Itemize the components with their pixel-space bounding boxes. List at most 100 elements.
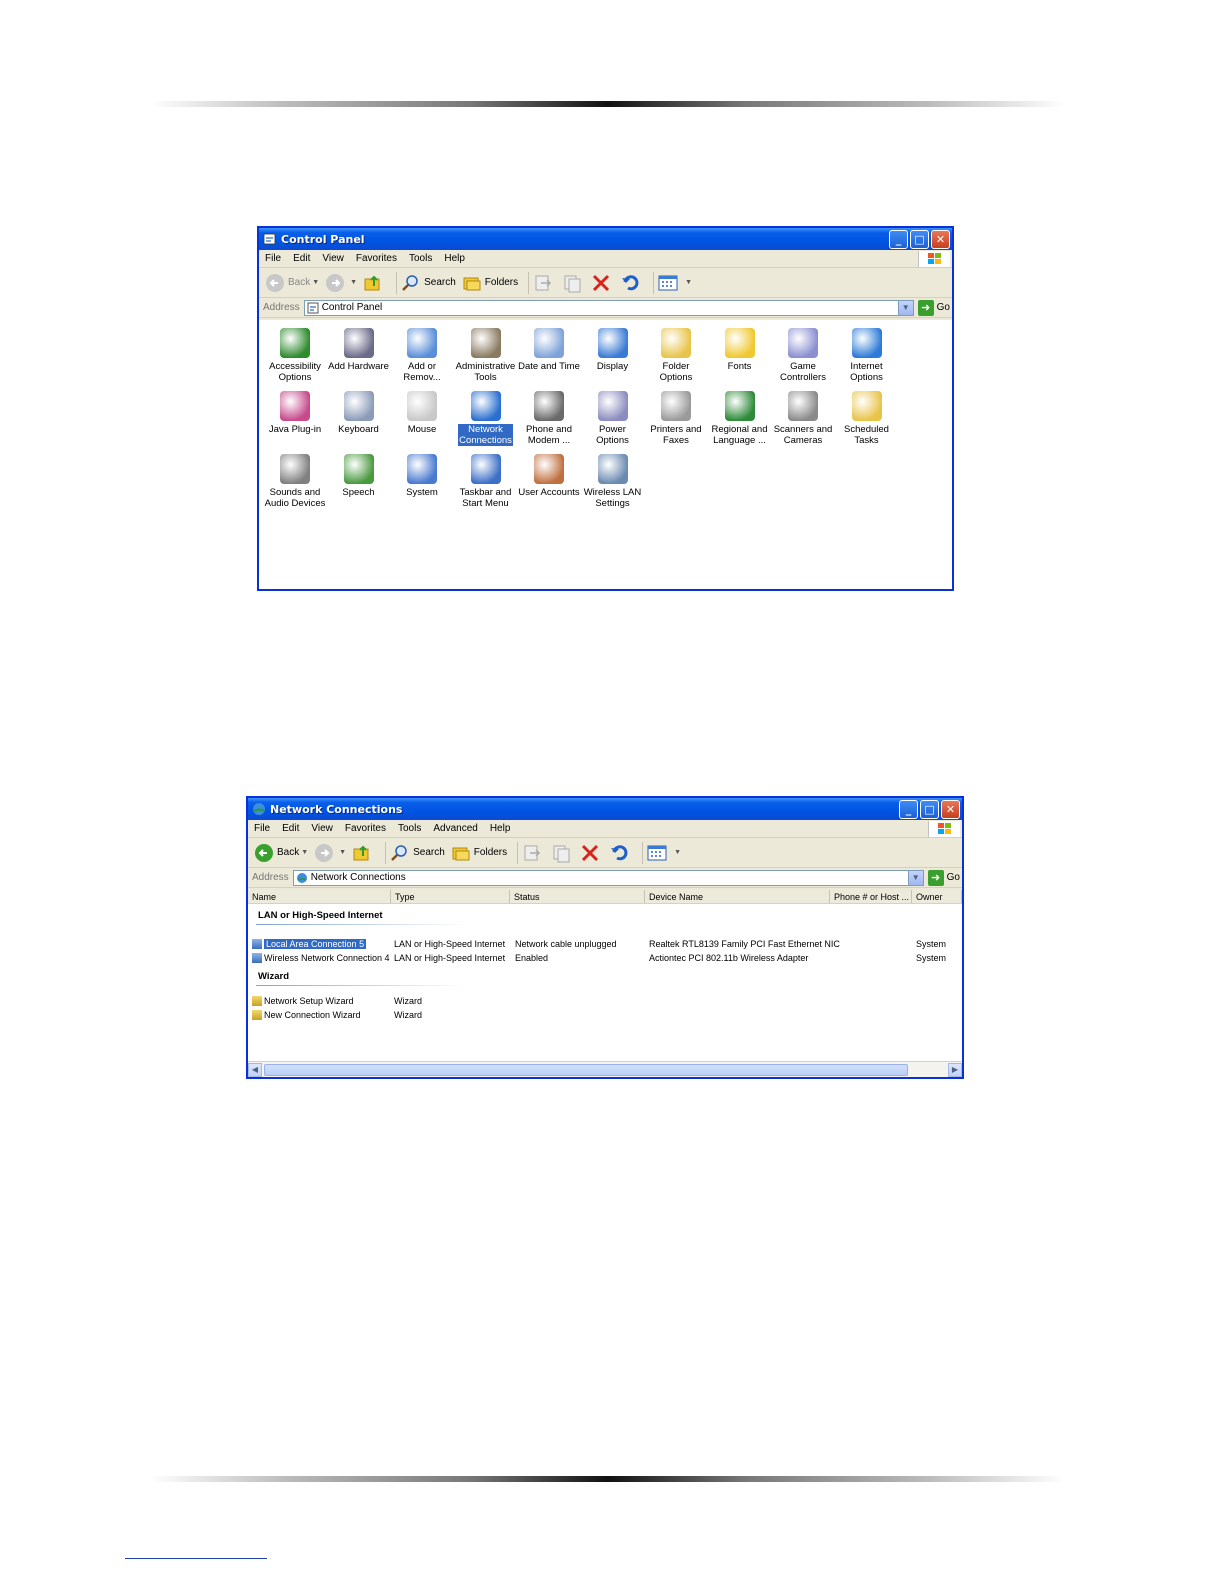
menu-edit[interactable]: Edit xyxy=(276,823,305,834)
cp-item-network-connections[interactable]: Network Connections xyxy=(454,391,518,446)
go-arrow-icon: ➜ xyxy=(927,869,944,886)
search-icon xyxy=(391,844,407,861)
cp-item-label: Date and Time xyxy=(518,361,580,372)
column-type[interactable]: Type xyxy=(391,890,510,903)
views-button[interactable]: ▼ xyxy=(658,274,692,292)
cp-item-folder-options[interactable]: Folder Options xyxy=(644,328,708,383)
scroll-left-icon[interactable]: ◀ xyxy=(248,1062,262,1077)
menu-file[interactable]: File xyxy=(259,253,287,264)
up-folder-button[interactable] xyxy=(352,843,375,863)
menu-file[interactable]: File xyxy=(248,823,276,834)
cp-item-mouse[interactable]: Mouse xyxy=(390,391,454,435)
forward-button[interactable]: ▼ xyxy=(314,843,346,863)
address-input[interactable]: Control Panel ▼ xyxy=(303,299,914,316)
back-button[interactable]: Back ▼ xyxy=(254,843,308,863)
column-device-name[interactable]: Device Name xyxy=(645,890,830,903)
column-status[interactable]: Status xyxy=(510,890,645,903)
address-dropdown-icon[interactable]: ▼ xyxy=(907,870,923,885)
cp-item-system[interactable]: System xyxy=(390,454,454,498)
search-button[interactable]: Search xyxy=(390,843,445,863)
move-to-button[interactable] xyxy=(533,273,556,293)
cp-item-game-controllers[interactable]: Game Controllers xyxy=(771,328,835,383)
column-name[interactable]: Name xyxy=(248,890,391,903)
table-row[interactable]: Network Setup Wizard Wizard xyxy=(248,994,962,1008)
address-label: Address xyxy=(252,872,289,883)
cp-item-date-and-time[interactable]: Date and Time xyxy=(517,328,581,372)
cp-item-taskbar-and-start-menu[interactable]: Taskbar and Start Menu xyxy=(454,454,518,509)
cp-item-fonts[interactable]: Fonts xyxy=(708,328,772,372)
cp-item-java-plug-in[interactable]: Java Plug-in xyxy=(263,391,327,435)
minimize-button[interactable]: _ xyxy=(889,229,908,249)
back-arrow-icon xyxy=(255,843,273,862)
cp-item-printers-and-faxes[interactable]: Printers and Faxes xyxy=(644,391,708,446)
scroll-thumb[interactable] xyxy=(264,1063,908,1076)
go-arrow-icon: ➜ xyxy=(917,299,934,316)
column-phone-host[interactable]: Phone # or Host ... xyxy=(830,890,912,903)
close-button[interactable]: ✕ xyxy=(931,229,950,249)
delete-button[interactable] xyxy=(580,843,603,863)
menu-help[interactable]: Help xyxy=(484,823,517,834)
menu-edit[interactable]: Edit xyxy=(287,253,316,264)
cp-item-scanners-and-cameras[interactable]: Scanners and Cameras xyxy=(771,391,835,446)
close-button[interactable]: ✕ xyxy=(941,799,960,819)
table-row[interactable]: Wireless Network Connection 4 LAN or High… xyxy=(248,951,962,965)
cp-item-display[interactable]: Display xyxy=(581,328,645,372)
cp-item-user-accounts[interactable]: User Accounts xyxy=(517,454,581,498)
copy-to-button[interactable] xyxy=(562,273,585,293)
address-input[interactable]: Network Connections ▼ xyxy=(292,869,924,886)
cp-item-regional-and-language[interactable]: Regional and Language ... xyxy=(708,391,772,446)
minimize-button[interactable]: _ xyxy=(899,799,918,819)
go-button[interactable]: ➜ Go xyxy=(927,869,960,886)
undo-button[interactable] xyxy=(609,843,632,863)
go-button[interactable]: ➜ Go xyxy=(917,299,950,316)
table-row[interactable]: New Connection Wizard Wizard xyxy=(248,1008,962,1022)
cp-item-power-options[interactable]: Power Options xyxy=(581,391,645,446)
cp-item-accessibility-options[interactable]: Accessibility Options xyxy=(263,328,327,383)
menu-view[interactable]: View xyxy=(305,823,339,834)
views-button[interactable]: ▼ xyxy=(647,844,681,862)
table-row[interactable]: Local Area Connection 5 LAN or High-Speed… xyxy=(248,937,962,951)
delete-button[interactable] xyxy=(591,273,614,293)
menu-tools[interactable]: Tools xyxy=(403,253,438,264)
cp-item-administrative-tools[interactable]: Administrative Tools xyxy=(454,328,518,383)
menu-view[interactable]: View xyxy=(316,253,350,264)
forward-button[interactable]: ▼ xyxy=(325,273,357,293)
cp-item-scheduled-tasks[interactable]: Scheduled Tasks xyxy=(835,391,899,446)
menu-advanced[interactable]: Advanced xyxy=(427,823,483,834)
up-folder-button[interactable] xyxy=(363,273,386,293)
menu-tools[interactable]: Tools xyxy=(392,823,427,834)
maximize-button[interactable]: □ xyxy=(910,229,929,249)
toolbar-separator xyxy=(653,271,655,294)
cp-item-sounds-and-audio-devices[interactable]: Sounds and Audio Devices xyxy=(263,454,327,509)
cp-item-label: Scanners and Cameras xyxy=(773,424,833,446)
copy-to-button[interactable] xyxy=(551,843,574,863)
back-button[interactable]: Back ▼ xyxy=(265,273,319,293)
cell-owner: System xyxy=(916,953,947,963)
horizontal-scrollbar[interactable]: ◀ ▶ xyxy=(248,1061,962,1077)
title-bar[interactable]: Control Panel _ □ ✕ xyxy=(259,228,952,250)
scroll-right-icon[interactable]: ▶ xyxy=(948,1062,962,1077)
cp-item-internet-options[interactable]: Internet Options xyxy=(835,328,899,383)
undo-button[interactable] xyxy=(620,273,643,293)
cp-item-add-hardware[interactable]: Add Hardware xyxy=(327,328,391,372)
address-dropdown-icon[interactable]: ▼ xyxy=(897,300,913,315)
search-button[interactable]: Search xyxy=(401,273,456,293)
column-owner[interactable]: Owner xyxy=(912,890,962,903)
cp-item-wireless-lan-settings[interactable]: Wireless LAN Settings xyxy=(581,454,645,509)
maximize-button[interactable]: □ xyxy=(920,799,939,819)
cp-item-speech[interactable]: Speech xyxy=(327,454,391,498)
cp-item-add-or-remov[interactable]: Add or Remov... xyxy=(390,328,454,383)
cp-item-phone-and-modem[interactable]: Phone and Modem ... xyxy=(517,391,581,446)
move-to-button[interactable] xyxy=(522,843,545,863)
menu-favorites[interactable]: Favorites xyxy=(339,823,392,834)
keyboard-icon xyxy=(343,391,374,421)
menu-favorites[interactable]: Favorites xyxy=(350,253,403,264)
cp-item-keyboard[interactable]: Keyboard xyxy=(327,391,391,435)
header-rule xyxy=(150,101,1065,107)
regional-and-language-icon xyxy=(724,391,755,421)
folders-button[interactable]: Folders xyxy=(451,843,507,863)
folders-button[interactable]: Folders xyxy=(462,273,518,293)
title-bar[interactable]: Network Connections _ □ ✕ xyxy=(248,798,962,820)
menu-help[interactable]: Help xyxy=(438,253,471,264)
date-and-time-icon xyxy=(534,328,564,358)
